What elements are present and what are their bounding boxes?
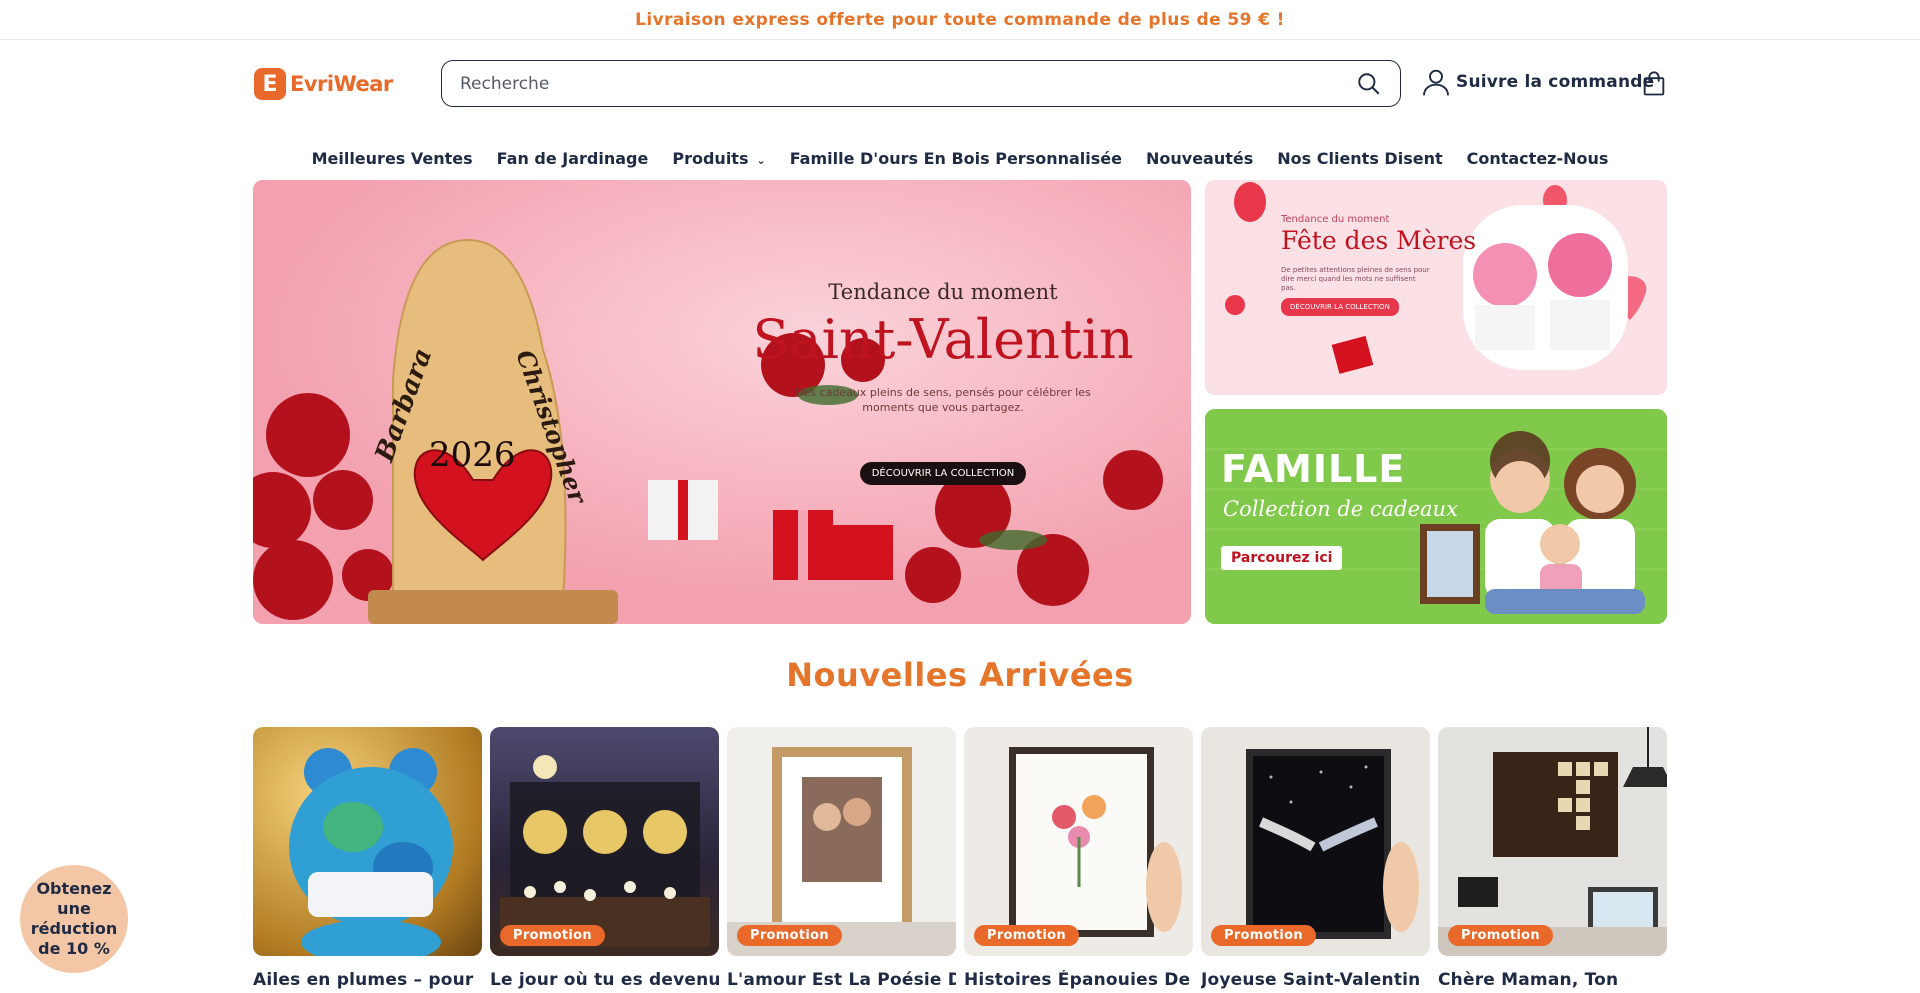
flower-poster-image [1009, 747, 1182, 937]
product-image[interactable]: Promotion [727, 727, 956, 956]
product-card[interactable]: Promotion Histoires Épanouies De [964, 727, 1193, 993]
banner-mothers-day[interactable]: Tendance du moment Fête des Mères De pet… [1205, 180, 1667, 395]
promotion-badge: Promotion [1211, 925, 1316, 946]
scrabble-canvas-image [1438, 727, 1667, 956]
product-image[interactable]: Promotion [1438, 727, 1667, 956]
nav-item-best-sellers[interactable]: Meilleures Ventes [312, 149, 473, 168]
announcement-text: Livraison express offerte pour toute com… [635, 9, 1285, 30]
product-image[interactable]: Promotion [1201, 727, 1430, 956]
hero-kicker: Tendance du moment [828, 280, 1058, 304]
promotion-badge: Promotion [500, 925, 605, 946]
product-card[interactable]: Promotion Le jour où tu es devenue [490, 727, 719, 993]
promotion-badge: Promotion [974, 925, 1079, 946]
nav-item-gardening[interactable]: Fan de Jardinage [497, 149, 649, 168]
site-header: E EvriWear Suivre la commande [0, 40, 1920, 128]
nav-item-reviews[interactable]: Nos Clients Disent [1277, 149, 1442, 168]
announcement-bar: Livraison express offerte pour toute com… [0, 0, 1920, 40]
hero-title: Saint-Valentin [752, 308, 1134, 371]
hero-banner-valentine[interactable]: Tendance du moment Saint-Valentin Des ca… [253, 180, 1191, 624]
track-order-label: Suivre la commande [1456, 72, 1655, 92]
search-input[interactable] [460, 73, 1356, 94]
moon-lamp-image [500, 755, 710, 947]
section-title-new-arrivals: Nouvelles Arrivées [786, 656, 1134, 694]
hero-subtitle: Des cadeaux pleins de sens, pensés pour … [795, 386, 1091, 415]
nav-item-bear-family[interactable]: Famille D'ours En Bois Personnalisée [790, 149, 1122, 168]
product-card[interactable]: Promotion L'amour Est La Poésie Des [727, 727, 956, 993]
logo-text: EvriWear [290, 72, 393, 96]
product-title[interactable]: Ailes en plumes – pour [253, 970, 482, 990]
product-card[interactable]: Promotion Joyeuse Saint-Valentin [1201, 727, 1430, 993]
mothers-day-kicker: Tendance du moment [1281, 214, 1390, 225]
track-order-link[interactable]: Suivre la commande [1420, 66, 1654, 98]
nav-item-contact[interactable]: Contactez-Nous [1467, 149, 1609, 168]
promotion-badge: Promotion [737, 925, 842, 946]
discount-popup-button[interactable]: Obtenez une réduction de 10 % [20, 865, 128, 973]
hero-cta-button[interactable]: DÉCOUVRIR LA COLLECTION [859, 461, 1027, 485]
nav-item-new[interactable]: Nouveautés [1146, 149, 1253, 168]
mothers-day-title: Fête des Mères [1281, 226, 1477, 255]
product-image[interactable]: Promotion [964, 727, 1193, 956]
couple-frame-image [727, 747, 956, 956]
hands-poster-image [1246, 749, 1419, 939]
product-card[interactable]: Ailes en plumes – pour [253, 727, 482, 993]
main-nav: Meilleures Ventes Fan de Jardinage Produ… [0, 140, 1920, 176]
cart-icon[interactable] [1640, 70, 1668, 98]
family-cta-button[interactable]: Parcourez ici [1221, 546, 1343, 570]
hero-text: Tendance du moment Saint-Valentin Des ca… [723, 280, 1163, 485]
logo-mark-icon: E [254, 68, 286, 100]
product-grid: Ailes en plumes – pour Promotion Le jour… [253, 727, 1667, 993]
user-icon [1423, 69, 1449, 96]
search-bar[interactable] [441, 60, 1401, 107]
product-card[interactable]: Promotion Chère Maman, Ton [1438, 727, 1667, 993]
banner-family-collection[interactable]: FAMILLE Collection de cadeaux Parcourez … [1205, 409, 1667, 624]
product-title[interactable]: Histoires Épanouies De [964, 970, 1193, 990]
promotion-badge: Promotion [1448, 925, 1553, 946]
product-title[interactable]: Le jour où tu es devenue [490, 970, 719, 990]
chevron-down-icon: ⌄ [756, 153, 766, 167]
bear-year: 2026 [429, 435, 516, 475]
plush-bear-image [289, 748, 453, 956]
mothers-day-illustration [1205, 180, 1667, 395]
logo[interactable]: E EvriWear [254, 68, 393, 100]
nav-item-products[interactable]: Produits ⌄ [672, 149, 765, 168]
mothers-day-cta-button[interactable]: DÉCOUVRIR LA COLLECTION [1281, 298, 1399, 316]
product-title[interactable]: Chère Maman, Ton [1438, 970, 1667, 990]
product-image[interactable] [253, 727, 482, 956]
product-title[interactable]: L'amour Est La Poésie Des [727, 970, 956, 990]
product-title[interactable]: Joyeuse Saint-Valentin [1201, 970, 1430, 990]
mothers-day-text: De petites attentions pleines de sens po… [1281, 266, 1430, 293]
product-image[interactable]: Promotion [490, 727, 719, 956]
family-title: FAMILLE [1221, 447, 1406, 491]
nav-item-products-label: Produits [672, 148, 749, 168]
search-icon[interactable] [1356, 71, 1382, 97]
family-script: Collection de cadeaux [1223, 497, 1458, 521]
